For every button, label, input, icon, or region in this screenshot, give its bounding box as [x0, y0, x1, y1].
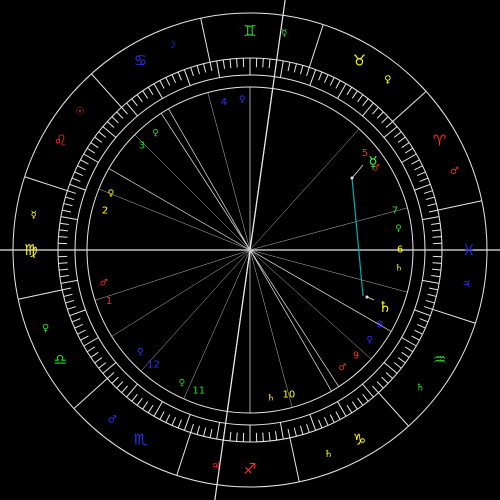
house-8-number: 8 — [377, 320, 383, 331]
house-10-number: 10 — [282, 389, 295, 400]
mercury-planet: ☿ — [368, 153, 377, 171]
virgo-sign: ♍ — [24, 241, 37, 259]
degree-tick — [236, 432, 238, 442]
cancer-sign: ♋ — [134, 51, 147, 69]
degree-tick — [262, 432, 264, 442]
saturn-marker — [365, 295, 369, 299]
house-6-ruler: ♄ — [395, 263, 403, 273]
degree-tick — [58, 262, 68, 264]
degree-tick — [432, 262, 442, 264]
capricorn-ruler: ♄ — [324, 449, 333, 460]
gemini-sign: ♊ — [243, 22, 256, 40]
aries-sign: ♈ — [433, 132, 446, 150]
house-2-number: 2 — [102, 206, 108, 217]
degree-tick — [262, 58, 264, 68]
scorpio-ruler: ♂ — [108, 415, 117, 426]
house-5-number: 5 — [362, 148, 368, 159]
house-9-number: 9 — [353, 351, 359, 362]
house-11-number: 11 — [192, 385, 205, 396]
libra-ruler: ♀ — [42, 323, 49, 334]
aquarius-sign: ♒ — [433, 351, 446, 369]
house-1-number: 1 — [106, 296, 112, 307]
degree-tick — [236, 58, 238, 68]
leo-ruler: ☉ — [75, 107, 84, 118]
house-11-ruler: ♀ — [179, 379, 186, 389]
house-4-number: 4 — [221, 97, 227, 108]
aries-ruler: ♂ — [450, 166, 459, 177]
scorpio-sign: ♏ — [134, 431, 148, 449]
house-7-ruler: ♀ — [395, 224, 402, 234]
degree-tick — [58, 236, 68, 238]
house-10-ruler: ♄ — [267, 394, 275, 404]
libra-sign: ♎ — [54, 351, 67, 369]
aquarius-ruler: ♄ — [416, 382, 425, 393]
sagittarius-sign: ♐ — [243, 460, 256, 478]
house-3-number: 3 — [139, 140, 145, 151]
mercury-marker — [350, 176, 354, 180]
virgo-ruler: ☿ — [31, 210, 37, 221]
taurus-ruler: ♀ — [384, 74, 391, 85]
cancer-ruler: ☽ — [167, 40, 176, 51]
saturn-planet: ♄ — [378, 298, 391, 316]
taurus-sign: ♉ — [353, 51, 366, 69]
house-7-number: 7 — [392, 206, 398, 217]
house-2-ruler: ♀ — [108, 189, 115, 199]
natal-chart-wheel: ♈♂♉♀♊ ☿♋☽♌☉♍☿♎♀♏♂♐♃♑♄♒♄♓♃1♂2♀3♀4 ♀5♂6♄7♀8♀… — [0, 0, 500, 500]
house-6-number: 6 — [397, 245, 403, 256]
capricorn-sign: ♑ — [353, 431, 366, 449]
pisces-sign: ♓ — [462, 241, 475, 259]
house-3-ruler: ♀ — [152, 128, 159, 138]
house-1-ruler: ♂ — [100, 279, 108, 289]
gemini-ruler: ☿ — [281, 28, 287, 39]
house-12-number: 12 — [147, 359, 160, 370]
pisces-ruler: ♃ — [462, 279, 471, 290]
house-9-ruler: ♂ — [338, 363, 346, 373]
sagittarius-ruler: ♃ — [211, 461, 220, 472]
house-4-ruler: ♀ — [239, 95, 246, 105]
leo-sign: ♌ — [54, 132, 67, 150]
house-12-ruler: ♀ — [137, 347, 144, 357]
house-8-ruler: ♀ — [366, 335, 373, 345]
degree-tick — [432, 236, 442, 238]
